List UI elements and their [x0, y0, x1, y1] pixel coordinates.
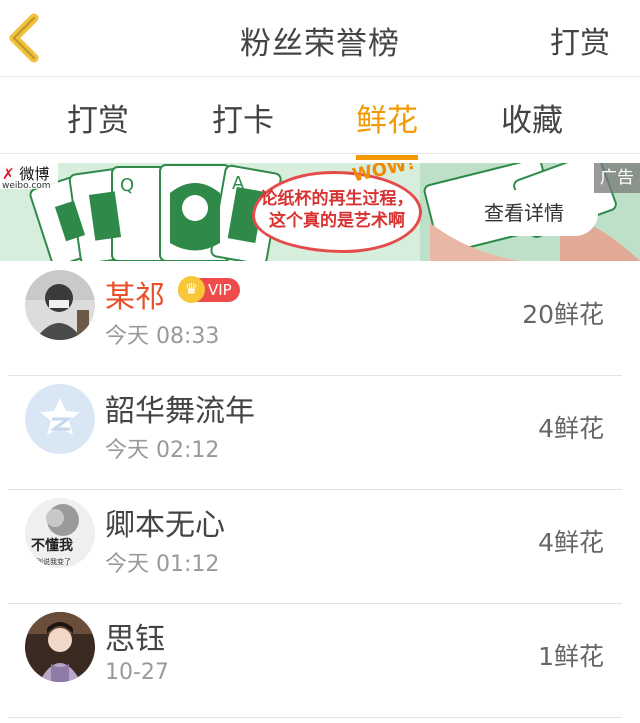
timestamp: 今天 08:33 — [105, 324, 220, 349]
list-item[interactable]: 思钰 10-27 1鲜花 — [8, 604, 622, 718]
top-bar: 粉丝荣誉榜 打赏 — [0, 0, 640, 77]
avatar[interactable]: 不懂我 就别说我变了 — [25, 498, 95, 568]
avatar-text-2: 就别说我变了 — [29, 557, 71, 566]
fan-ranking-list: 某祁 ♛ VIP 今天 08:33 20鲜花 韶华舞流年 今天 02:12 4鲜… — [0, 262, 640, 718]
page-title: 粉丝荣誉榜 — [240, 26, 400, 62]
user-name: 卿本无心 — [105, 508, 225, 543]
tab-bar: 打赏 打卡 鲜花 收藏 — [0, 77, 640, 160]
ad-view-details-button[interactable]: 查看详情 — [450, 190, 598, 236]
avatar[interactable] — [25, 612, 95, 682]
ad-brand-domain: weibo.com — [2, 181, 51, 191]
user-name: 思钰 — [105, 622, 165, 657]
tab-favorites[interactable]: 收藏 — [501, 95, 563, 140]
list-item[interactable]: 不懂我 就别说我变了 卿本无心 今天 01:12 4鲜花 — [8, 490, 622, 604]
flower-count: 20鲜花 — [522, 300, 604, 329]
vip-badge: ♛ VIP — [178, 276, 240, 303]
ad-label: 广告 — [594, 163, 640, 193]
flower-count: 4鲜花 — [538, 528, 604, 557]
ad-headline-line1: 论纸杯的再生过程， — [260, 189, 414, 209]
timestamp: 今天 02:12 — [105, 438, 220, 463]
tab-reward[interactable]: 打赏 — [67, 95, 129, 140]
svg-text:Q: Q — [120, 175, 134, 196]
flower-count: 1鲜花 — [538, 642, 604, 671]
tab-label: 鲜花 — [356, 103, 418, 139]
user-photo-icon — [25, 612, 95, 682]
list-item[interactable]: 某祁 ♛ VIP 今天 08:33 20鲜花 — [8, 262, 622, 376]
ad-headline-line2: 这个真的是艺术啊 — [269, 211, 405, 231]
list-item[interactable]: 韶华舞流年 今天 02:12 4鲜花 — [8, 376, 622, 490]
user-name: 某祁 — [105, 280, 165, 315]
weibo-logo: ✗ 微博 weibo.com — [0, 163, 58, 191]
tab-label: 打赏 — [67, 103, 129, 139]
ad-speech-bubble: 论纸杯的再生过程， 这个真的是艺术啊 — [252, 171, 422, 253]
tab-label: 收藏 — [501, 103, 563, 139]
active-tab-indicator — [356, 155, 418, 160]
vip-label: VIP — [208, 281, 232, 299]
user-name: 韶华舞流年 — [105, 394, 255, 429]
user-photo-icon — [25, 270, 95, 340]
avatar[interactable] — [25, 384, 95, 454]
reward-button[interactable]: 打赏 — [550, 18, 610, 62]
user-photo-icon: 不懂我 就别说我变了 — [25, 498, 95, 568]
flower-count: 4鲜花 — [538, 414, 604, 443]
tab-label: 打卡 — [212, 103, 274, 139]
default-avatar-icon — [25, 384, 95, 454]
avatar-text-1: 不懂我 — [31, 537, 73, 554]
tab-checkin[interactable]: 打卡 — [212, 95, 274, 140]
svg-text:A: A — [232, 173, 245, 194]
tab-flowers[interactable]: 鲜花 — [356, 95, 418, 160]
ad-banner[interactable]: Q A ✗ 微博 weibo.com 论纸杯的再生过程， 这个真的是艺术啊 WO… — [0, 163, 640, 261]
timestamp: 10-27 — [105, 660, 169, 685]
avatar[interactable] — [25, 270, 95, 340]
crown-icon: ♛ — [178, 276, 205, 303]
timestamp: 今天 01:12 — [105, 552, 220, 577]
